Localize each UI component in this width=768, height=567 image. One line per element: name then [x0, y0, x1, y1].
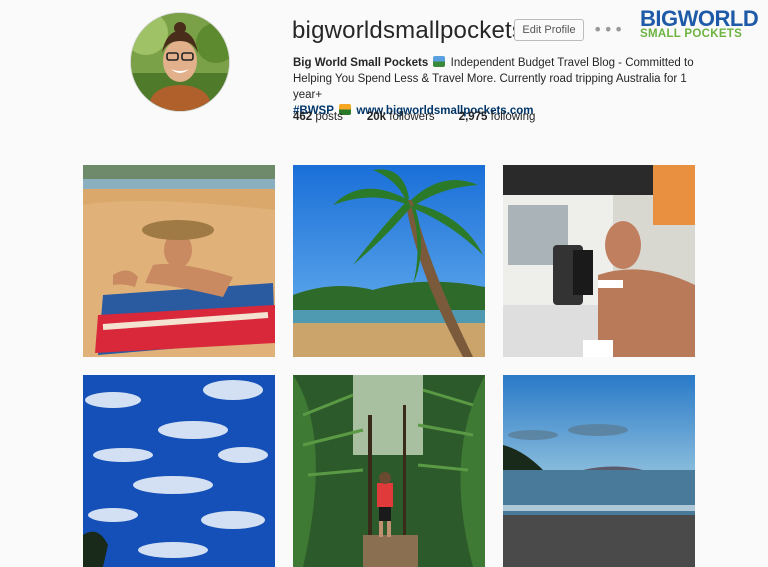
followers-count: 20k: [366, 111, 387, 123]
posts-stat[interactable]: 462 posts: [293, 111, 343, 123]
logo-line2: SMALL POCKETS: [640, 28, 743, 40]
posts-count: 462: [293, 111, 313, 123]
following-count: 2,975: [458, 111, 488, 123]
followers-stat[interactable]: 20k followers: [367, 111, 435, 123]
photo-tile-blue-sky[interactable]: [83, 375, 275, 567]
followers-label: followers: [389, 111, 435, 123]
photo-tile-beach-woman[interactable]: [83, 165, 275, 357]
bio-line2: Helping You Spend Less & Travel More. Cu…: [293, 73, 687, 101]
bio-name: Big World Small Pockets: [293, 57, 429, 69]
photo-tile-man-car-mirror[interactable]: [503, 165, 695, 357]
following-label: following: [490, 111, 536, 123]
photo-tile-palm-beach[interactable]: [293, 165, 485, 357]
bio-line1: Independent Budget Travel Blog - Committ…: [450, 57, 694, 69]
photo-tile-rainforest-hiker[interactable]: [293, 375, 485, 567]
profile-username: bigworldsmallpockets: [292, 17, 525, 44]
brand-logo: BIGWORLD SMALL POCKETS: [636, 4, 762, 46]
photo-tile-sunset-beach[interactable]: [503, 375, 695, 567]
following-stat[interactable]: 2,975 following: [459, 111, 536, 123]
posts-label: posts: [315, 111, 343, 123]
avatar-photo: [131, 13, 229, 111]
edit-profile-button[interactable]: Edit Profile: [514, 19, 584, 41]
more-options-button[interactable]: •••: [593, 21, 623, 39]
profile-avatar[interactable]: [130, 12, 230, 112]
profile-stats: 462 posts 20k followers 2,975 following: [293, 111, 559, 123]
profile-bio: Big World Small Pockets Independent Budg…: [293, 55, 713, 119]
landscape-emoji-icon: [433, 56, 446, 67]
